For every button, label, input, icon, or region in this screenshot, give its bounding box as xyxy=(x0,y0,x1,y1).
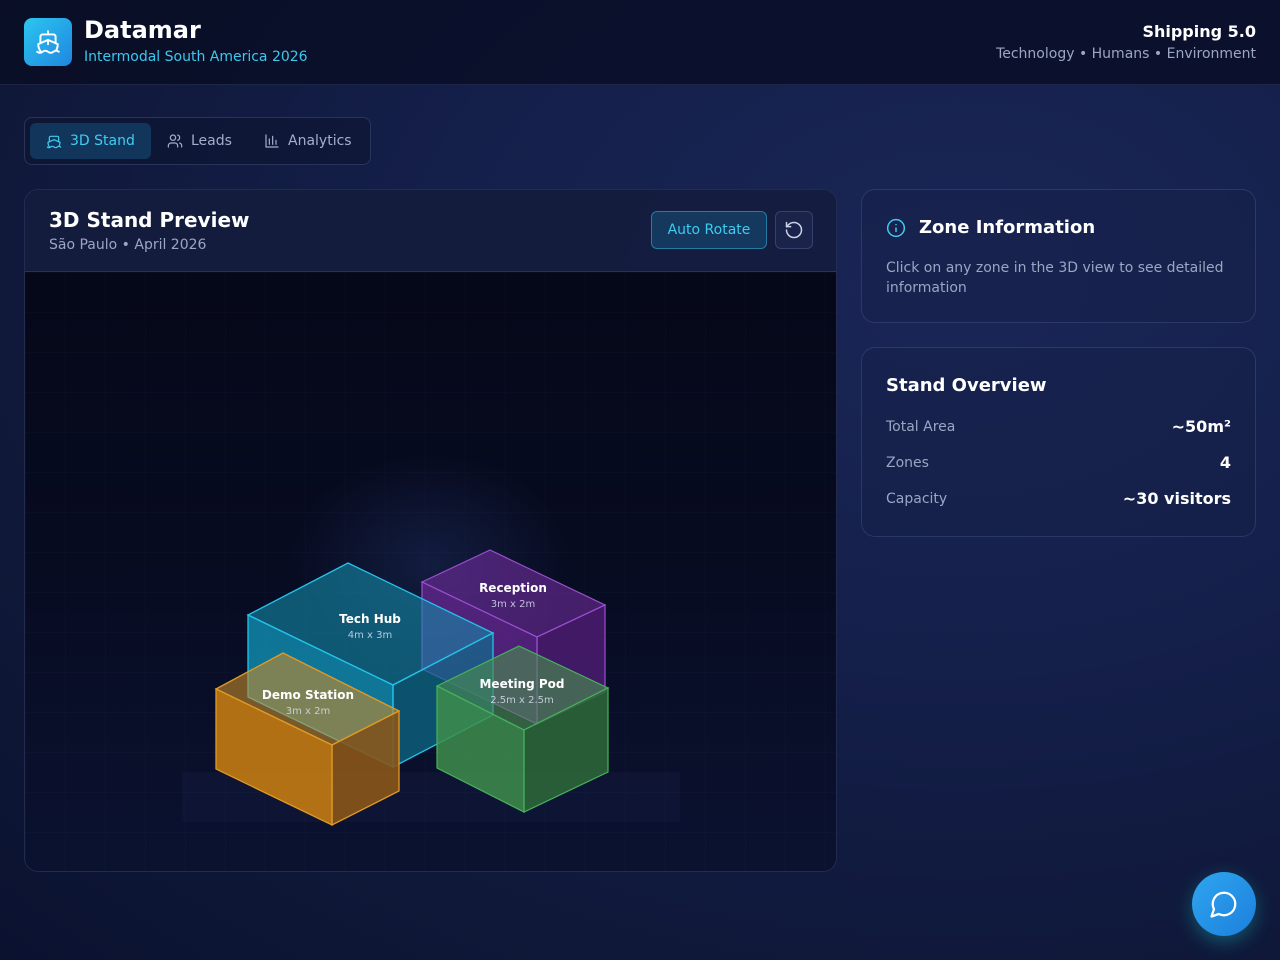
chat-bubble-icon xyxy=(1210,891,1237,918)
overview-label: Zones xyxy=(886,455,929,471)
brand-name: Datamar xyxy=(84,16,201,44)
overview-value: ~30 visitors xyxy=(1122,489,1231,508)
zone-info-text: Click on any zone in the 3D view to see … xyxy=(886,260,1224,296)
zone-size: 3m x 2m xyxy=(491,599,535,610)
tab-3d-stand[interactable]: 3D Stand xyxy=(30,123,151,159)
viewer-subtitle: São Paulo • April 2026 xyxy=(49,237,207,253)
tagline-title: Shipping 5.0 xyxy=(1142,22,1256,41)
bar-chart-icon xyxy=(265,134,279,148)
viewer-title: 3D Stand Preview xyxy=(49,208,250,232)
zone-name: Meeting Pod xyxy=(479,677,564,691)
tab-analytics[interactable]: Analytics xyxy=(248,123,366,159)
overview-value: ~50m² xyxy=(1171,417,1231,436)
brand-subtitle: Intermodal South America 2026 xyxy=(84,49,308,65)
view-tabs: 3D Stand Leads Analytics xyxy=(24,117,371,165)
overview-row-capacity: Capacity ~30 visitors xyxy=(886,489,1231,511)
overview-row-zones: Zones 4 xyxy=(886,453,1231,475)
zone-info-title: Zone Information xyxy=(919,217,1096,238)
auto-rotate-button[interactable]: Auto Rotate xyxy=(651,211,767,249)
tagline-subtitle: Technology • Humans • Environment xyxy=(996,46,1256,62)
zone-information-panel: Zone Information Click on any zone in th… xyxy=(861,189,1256,323)
stand-viewer-panel: 3D Stand Preview São Paulo • April 2026 … xyxy=(24,189,837,872)
overview-label: Capacity xyxy=(886,491,948,507)
overview-label: Total Area xyxy=(886,419,956,435)
chat-button[interactable] xyxy=(1192,872,1256,936)
3d-scene[interactable]: Reception 3m x 2m Tech Hub 4m x 3m Meeti… xyxy=(25,272,836,871)
overview-value: 4 xyxy=(1219,453,1231,472)
overview-row-total-area: Total Area ~50m² xyxy=(886,417,1231,439)
zone-size: 3m x 2m xyxy=(286,706,330,717)
tab-leads[interactable]: Leads xyxy=(151,123,248,159)
rotate-ccw-icon xyxy=(785,221,803,239)
zone-name: Demo Station xyxy=(262,688,354,702)
info-icon xyxy=(886,218,906,238)
top-bar: Datamar Intermodal South America 2026 Sh… xyxy=(0,0,1280,85)
viewer-header: 3D Stand Preview São Paulo • April 2026 … xyxy=(25,190,836,272)
tab-label: 3D Stand xyxy=(70,133,135,149)
ship-icon[interactable] xyxy=(24,18,72,66)
reset-view-button[interactable] xyxy=(775,211,813,249)
zone-size: 4m x 3m xyxy=(348,630,392,641)
stand-overview-panel: Stand Overview Total Area ~50m² Zones 4 … xyxy=(861,347,1256,537)
zone-name: Reception xyxy=(479,581,547,595)
ship-icon xyxy=(46,135,62,149)
users-icon xyxy=(167,134,183,148)
tab-label: Analytics xyxy=(288,133,352,149)
tab-label: Leads xyxy=(191,133,232,149)
zone-name: Tech Hub xyxy=(339,612,401,626)
overview-title: Stand Overview xyxy=(886,375,1047,396)
zone-size: 2.5m x 2.5m xyxy=(490,695,554,706)
